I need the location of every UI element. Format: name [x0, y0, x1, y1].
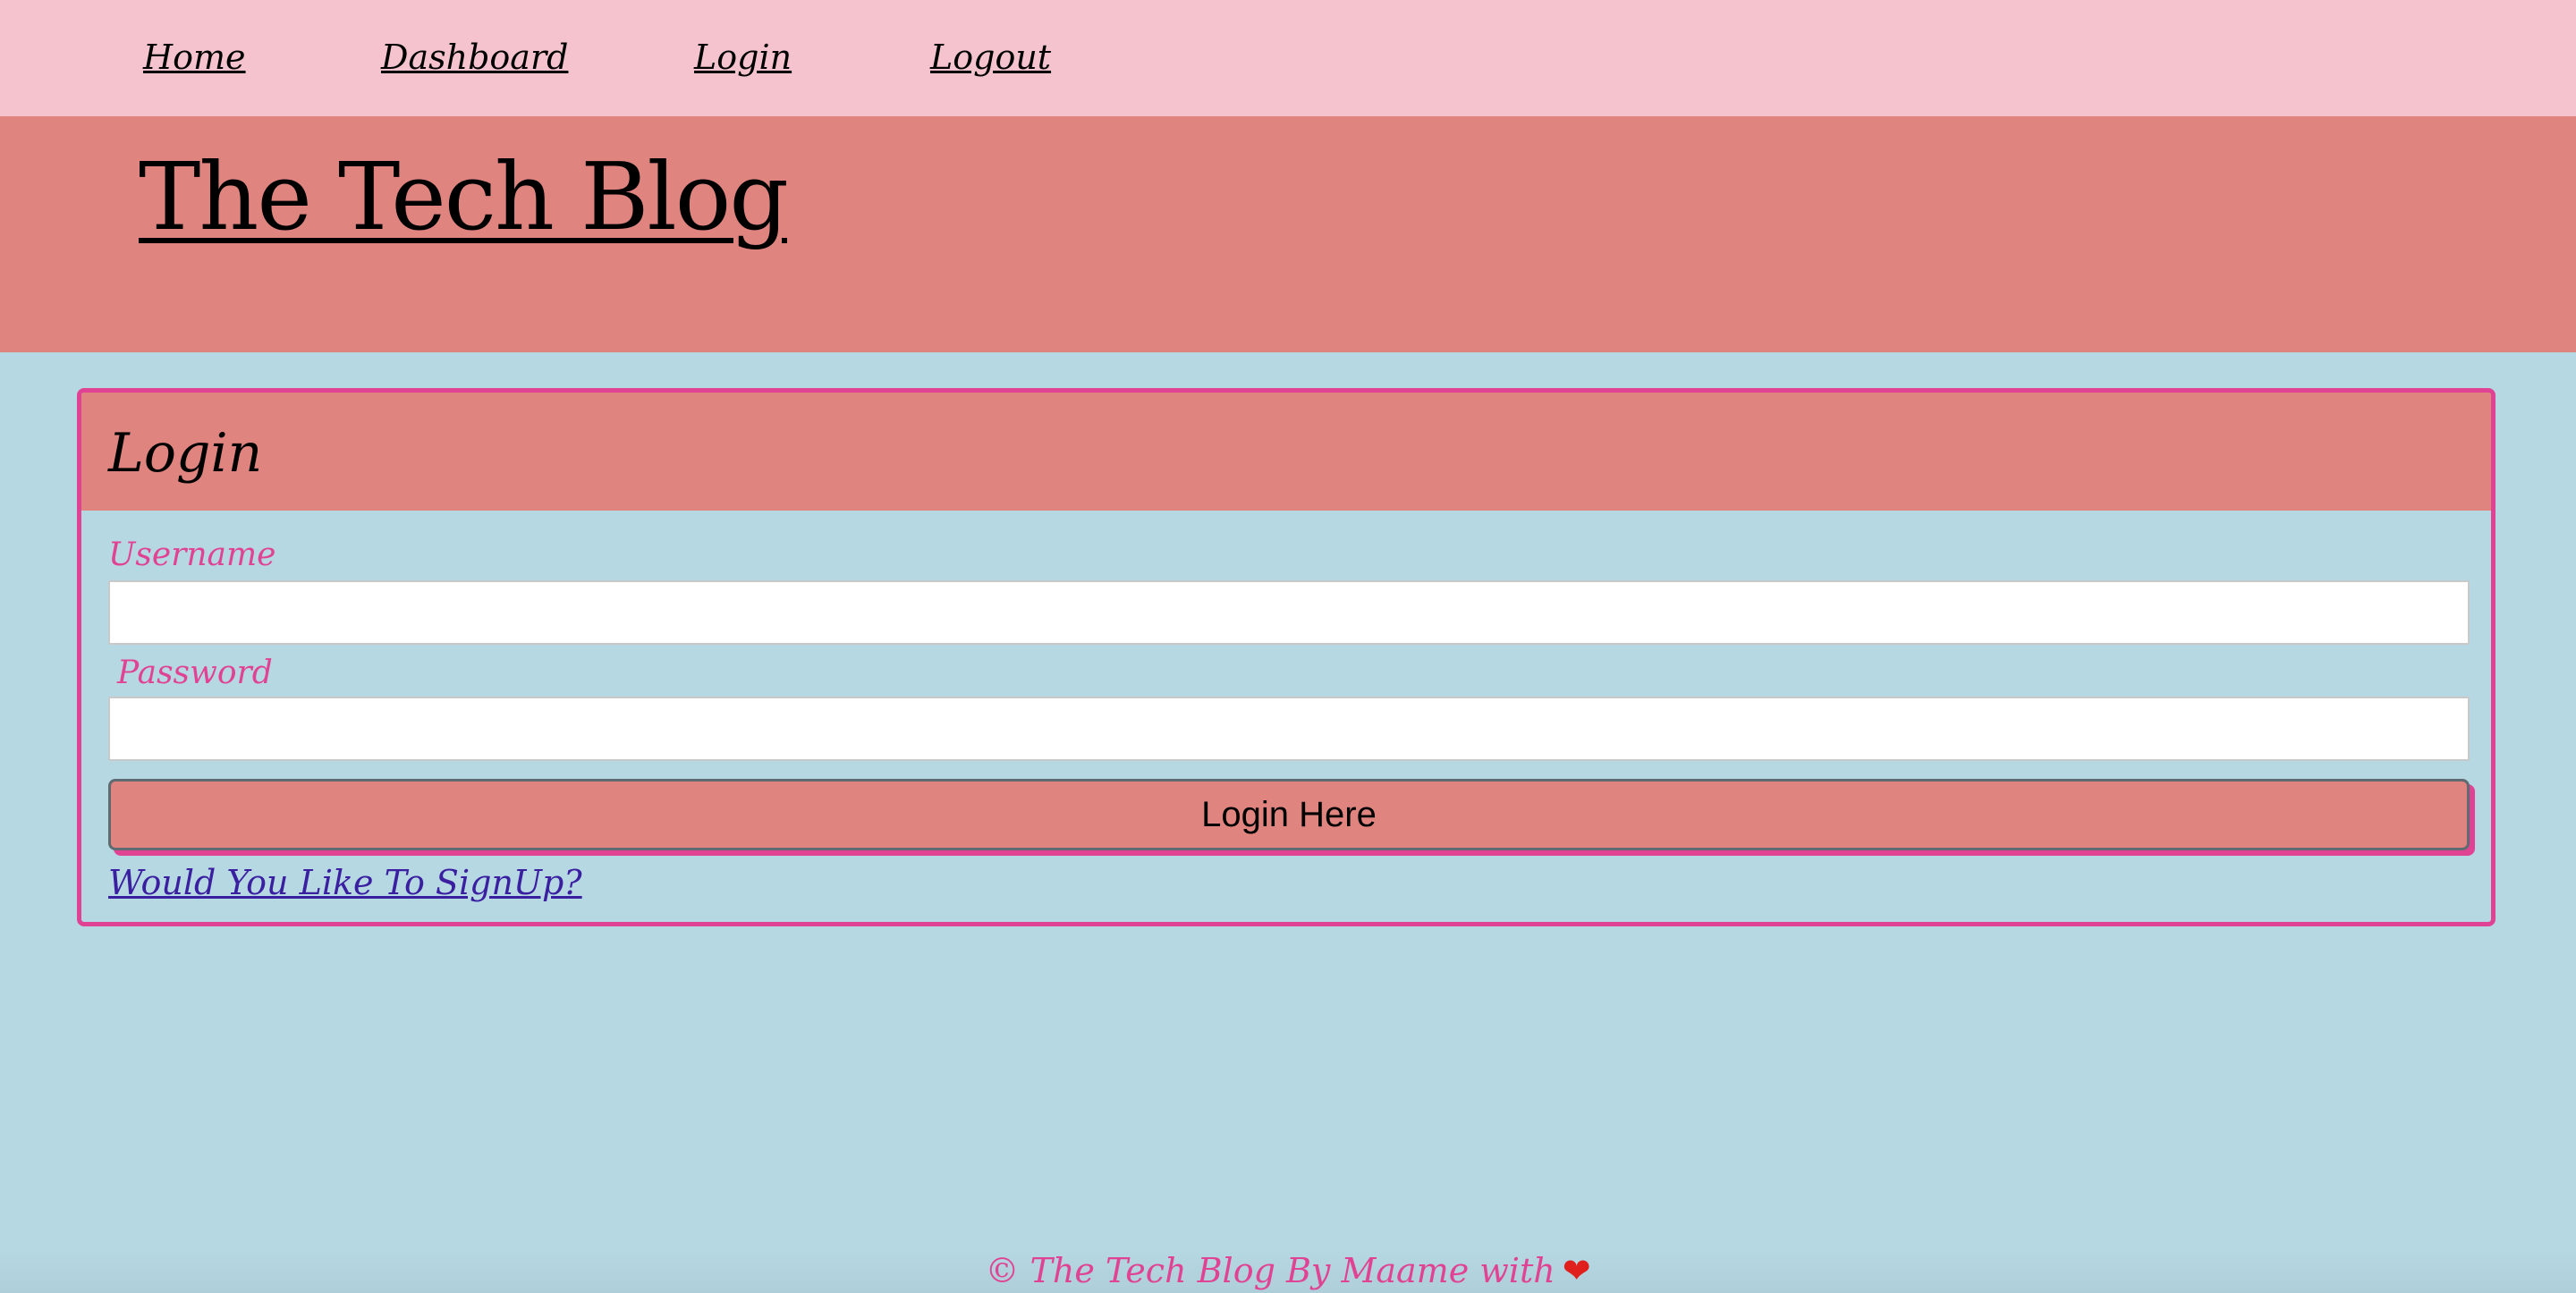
footer-text: © The Tech Blog By Maame with	[985, 1251, 1555, 1290]
login-card-title: Login	[108, 422, 263, 485]
site-title[interactable]: The Tech Blog	[139, 134, 789, 259]
footer: © The Tech Blog By Maame with ❤	[0, 1248, 2576, 1293]
heart-icon: ❤	[1562, 1251, 1591, 1290]
username-label: Username	[108, 537, 276, 573]
nav-link-home[interactable]: Home	[143, 30, 246, 84]
nav-link-login[interactable]: Login	[694, 30, 792, 84]
nav-link-dashboard[interactable]: Dashboard	[381, 30, 568, 84]
top-navigation: Home Dashboard Login Logout	[0, 0, 2576, 116]
username-input[interactable]	[108, 580, 2470, 645]
nav-link-logout[interactable]: Logout	[930, 30, 1051, 84]
password-label: Password	[117, 655, 273, 691]
signup-link[interactable]: Would You Like To SignUp?	[108, 858, 582, 908]
login-card: Login Username Password Login Here Would…	[77, 388, 2496, 926]
login-card-header: Login	[81, 393, 2491, 511]
password-input[interactable]	[108, 697, 2470, 761]
login-submit-button[interactable]: Login Here	[108, 779, 2470, 850]
